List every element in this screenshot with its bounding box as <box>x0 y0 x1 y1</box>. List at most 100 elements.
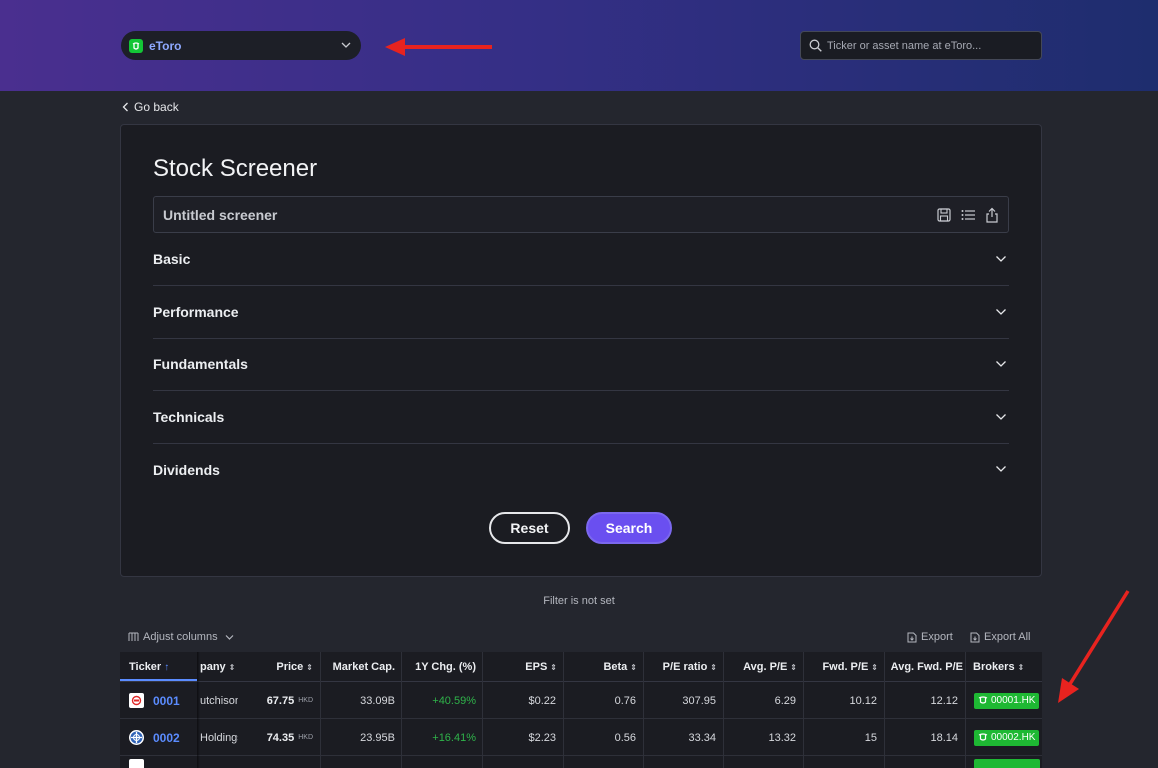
section-fundamentals[interactable]: Fundamentals <box>153 338 1009 391</box>
section-performance[interactable]: Performance <box>153 286 1009 339</box>
chevron-left-icon <box>122 102 128 112</box>
fwd-pe-cell: 15 <box>864 731 877 744</box>
broker-cell: 00001.HK <box>974 682 1040 719</box>
fwd-pe-cell: 10.12 <box>849 694 877 707</box>
table-row[interactable]: 0002 Holdings 74.35HKD 23.95B +16.41% $2… <box>120 719 1042 756</box>
col-ticker[interactable]: Ticker ↑ <box>129 652 169 682</box>
export-file-icon <box>907 632 917 642</box>
table-row[interactable] <box>120 756 1042 768</box>
share-icon[interactable] <box>984 207 1000 223</box>
broker-cell <box>974 748 1040 768</box>
chevron-down-icon <box>996 361 1006 367</box>
section-basic[interactable]: Basic <box>153 233 1009 286</box>
col-market-cap[interactable]: Market Cap. <box>320 652 401 682</box>
columns-icon <box>128 632 139 641</box>
ticker-link[interactable]: 0002 <box>153 731 180 745</box>
screener-name-field[interactable]: Untitled screener <box>153 196 1009 233</box>
col-avg-pe[interactable]: Avg. P/E ⇕ <box>723 652 803 682</box>
annotation-arrow-diagonal <box>1058 590 1130 703</box>
search-icon <box>809 39 822 52</box>
pe-cell: 33.34 <box>688 731 716 744</box>
broker-select[interactable]: eToro <box>121 31 361 60</box>
sticky-column-shadow <box>197 652 200 768</box>
ticker-cell <box>129 748 153 768</box>
broker-select-label: eToro <box>149 38 182 53</box>
market-cap-cell: 33.09B <box>360 694 395 707</box>
go-back-label: Go back <box>134 100 179 114</box>
export-all-label: Export All <box>984 631 1031 643</box>
active-sort-indicator <box>120 679 197 681</box>
company-cell: utchison I <box>200 694 238 707</box>
company-logo-icon <box>129 730 144 745</box>
broker-badge[interactable]: 00002.HK <box>974 729 1040 746</box>
price-cell: 67.75 HKD <box>266 694 313 707</box>
pe-cell: 307.95 <box>682 694 716 707</box>
section-label: Fundamentals <box>153 356 248 372</box>
ticker-link[interactable]: 0001 <box>153 694 180 708</box>
col-pe-ratio[interactable]: P/E ratio ⇕ <box>643 652 723 682</box>
table-header: Ticker ↑ pany ⇕ Price ⇕ Market Cap. 1Y Chg.… <box>120 652 1042 682</box>
chevron-down-icon <box>996 256 1006 262</box>
etoro-logo-icon <box>978 696 988 704</box>
col-fwd-pe[interactable]: Fwd. P/E ⇕ <box>803 652 884 682</box>
export-button[interactable]: Export <box>907 631 953 643</box>
change-cell: +16.41% <box>432 731 476 744</box>
section-label: Performance <box>153 304 239 320</box>
etoro-logo-icon <box>978 733 988 741</box>
search-button[interactable]: Search <box>586 512 672 544</box>
chevron-down-icon <box>996 309 1006 315</box>
screener-panel: Stock Screener Untitled screener Basic P… <box>120 124 1042 577</box>
section-technicals[interactable]: Technicals <box>153 391 1009 444</box>
company-logo-icon <box>129 693 144 708</box>
col-price[interactable]: Price ⇕ <box>238 652 319 682</box>
export-label: Export <box>921 631 953 643</box>
company-cell: Holdings <box>200 731 238 744</box>
col-eps[interactable]: EPS ⇕ <box>482 652 563 682</box>
search-input[interactable] <box>827 39 1027 52</box>
company-logo-icon <box>129 759 144 768</box>
avg-fwd-pe-cell: 12.12 <box>930 694 958 707</box>
chevron-down-icon <box>996 414 1006 420</box>
annotation-arrow-left <box>385 38 492 56</box>
chevron-down-icon <box>225 634 234 640</box>
col-brokers[interactable]: Brokers ⇕ <box>973 652 1024 682</box>
col-1y-change[interactable]: 1Y Chg. (%) <box>401 652 482 682</box>
section-dividends[interactable]: Dividends <box>153 443 1009 496</box>
section-label: Technicals <box>153 409 225 425</box>
col-company[interactable]: pany ⇕ <box>200 652 235 682</box>
chevron-down-icon <box>341 42 351 48</box>
export-file-icon <box>970 632 980 642</box>
broker-badge[interactable]: 00001.HK <box>974 692 1040 709</box>
section-label: Basic <box>153 251 191 267</box>
section-label: Dividends <box>153 461 220 478</box>
ticker-cell[interactable]: 0001 <box>129 682 180 719</box>
market-cap-cell: 23.95B <box>360 731 395 744</box>
adjust-columns-button[interactable]: Adjust columns <box>128 631 238 643</box>
change-cell: +40.59% <box>432 694 476 707</box>
etoro-logo-icon <box>129 38 143 53</box>
results-table: Ticker ↑ pany ⇕ Price ⇕ Market Cap. 1Y Chg.… <box>120 652 1042 768</box>
beta-cell: 0.56 <box>614 731 636 744</box>
filter-status: Filter is not set <box>543 595 615 607</box>
list-icon[interactable] <box>960 207 976 223</box>
avg-fwd-pe-cell: 18.14 <box>930 731 958 744</box>
eps-cell: $2.23 <box>528 731 556 744</box>
asset-search[interactable] <box>800 31 1042 60</box>
table-row[interactable]: 0001 utchison I 67.75HKD 33.09B +40.59% … <box>120 682 1042 719</box>
beta-cell: 0.76 <box>614 694 636 707</box>
top-bar: eToro <box>0 0 1158 91</box>
export-all-button[interactable]: Export All <box>970 631 1030 643</box>
price-cell: 74.35 HKD <box>266 731 313 744</box>
go-back-link[interactable]: Go back <box>122 100 179 114</box>
broker-badge[interactable] <box>974 758 1040 768</box>
avg-pe-cell: 13.32 <box>768 731 796 744</box>
reset-button[interactable]: Reset <box>489 512 570 544</box>
avg-pe-cell: 6.29 <box>774 694 796 707</box>
chevron-down-icon <box>996 466 1006 472</box>
save-icon[interactable] <box>936 207 952 223</box>
page-title: Stock Screener <box>153 155 318 182</box>
col-avg-fwd-pe[interactable]: Avg. Fwd. P/E <box>884 652 965 682</box>
screener-name-text: Untitled screener <box>163 206 278 223</box>
eps-cell: $0.22 <box>528 694 556 707</box>
col-beta[interactable]: Beta ⇕ <box>563 652 643 682</box>
